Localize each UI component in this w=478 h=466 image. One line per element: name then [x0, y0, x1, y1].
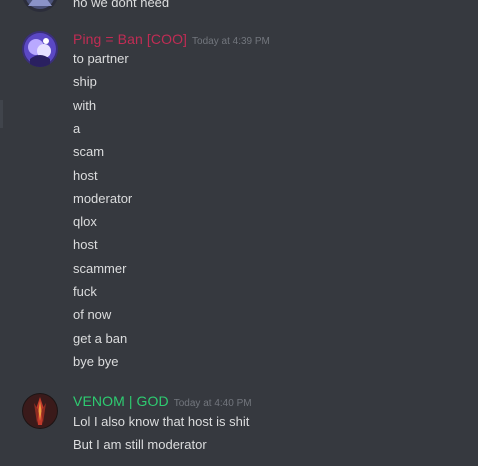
message-text: to partner [73, 51, 129, 66]
message-text: bye bye [73, 353, 119, 369]
timestamp: Today at 4:40 PM [173, 398, 252, 409]
message-text: get a ban [73, 330, 128, 346]
message-text: host [73, 167, 98, 183]
scroll-edge [0, 100, 3, 128]
message-text: host [73, 237, 98, 253]
message-text: fuck [73, 284, 97, 299]
message-text: with [73, 97, 97, 113]
username[interactable]: Ping = Ban [COO] [73, 31, 187, 47]
message-text: moderator [73, 190, 133, 206]
message-text: But I am still moderator [73, 437, 207, 453]
message-text: qlox [73, 214, 97, 230]
username[interactable]: VENOM | GOD [73, 393, 169, 409]
user-avatar[interactable] [22, 393, 58, 429]
message-text: a [73, 120, 81, 136]
message-text: scammer [73, 260, 127, 276]
message-text: of now [73, 307, 112, 323]
message-text: Lol I also know that host is shit [73, 414, 250, 429]
user-avatar[interactable] [22, 31, 58, 67]
message-header: Ping = Ban [COO] Today at 4:39 PM [73, 31, 270, 51]
chat-messages: no we dont need Ping = Ban [COO] Today at… [0, 0, 478, 466]
message-text: ship [73, 74, 97, 90]
message-text: scam [73, 144, 105, 160]
user-avatar-partial[interactable] [22, 0, 58, 12]
message-header: VENOM | GOD Today at 4:40 PM [73, 393, 252, 413]
message-text: no we dont need [73, 0, 170, 10]
timestamp: Today at 4:39 PM [192, 36, 270, 47]
